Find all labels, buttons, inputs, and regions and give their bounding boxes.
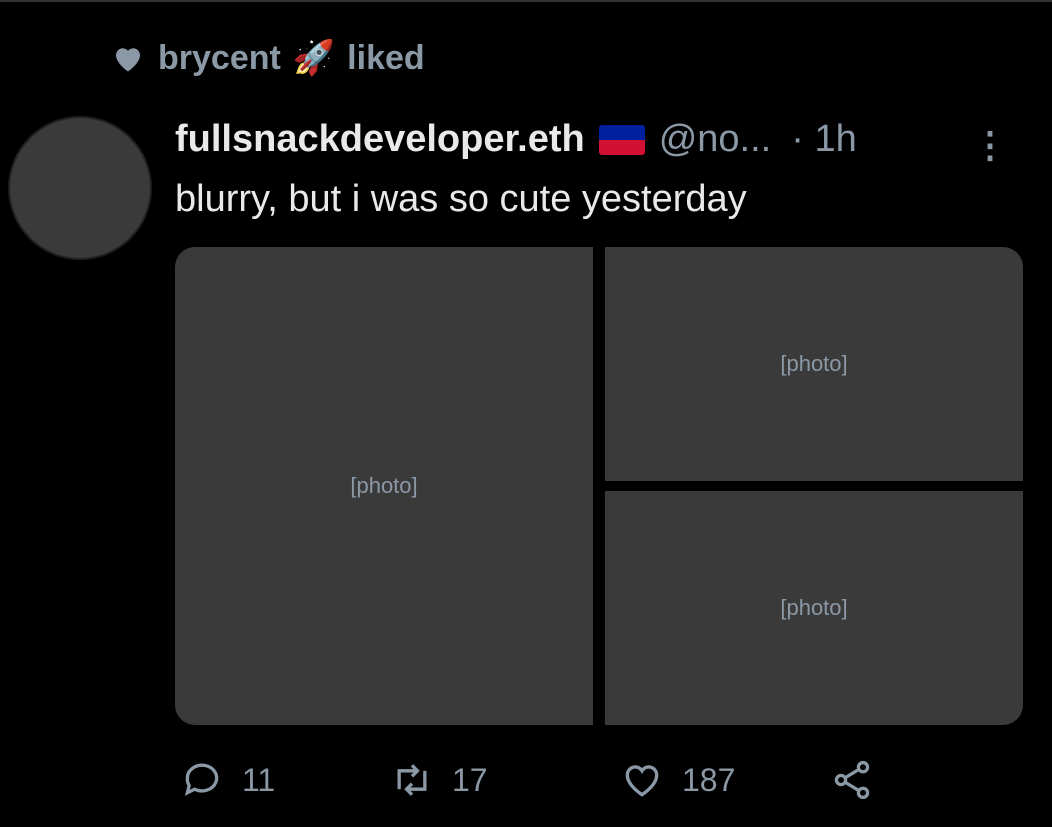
top-divider (0, 0, 1052, 2)
social-action: liked (347, 38, 425, 77)
social-user[interactable]: brycent (158, 39, 281, 78)
reply-icon (184, 763, 219, 796)
media-item[interactable]: [photo] (605, 247, 1023, 481)
timestamp[interactable]: · 1h (791, 118, 856, 161)
tweet-header: fullsnackdeveloper.eth @no... · 1h (175, 118, 1012, 161)
display-name[interactable]: fullsnackdeveloper.eth (175, 118, 585, 161)
media-item[interactable]: [photo] (175, 247, 593, 725)
media-label: [photo] (780, 595, 848, 620)
media-grid: [photo] [photo] [photo] (175, 247, 1023, 725)
retweet-icon (397, 764, 427, 796)
like-button[interactable]: 187 (620, 758, 830, 802)
retweet-count: 17 (452, 761, 488, 798)
tweet-text: blurry, but i was so cute yesterday (175, 178, 747, 220)
more-icon[interactable]: ⋮ (972, 124, 1008, 166)
reply-count: 11 (242, 761, 276, 798)
action-bar: 11 17 187 (180, 758, 874, 802)
media-item[interactable]: [photo] (605, 491, 1023, 725)
social-context: brycent 🚀 liked (110, 38, 425, 78)
retweet-button[interactable]: 17 (390, 758, 620, 802)
media-label: [photo] (350, 473, 418, 498)
flag-icon (598, 124, 645, 155)
share-button[interactable] (830, 758, 874, 802)
heart-icon (116, 48, 140, 72)
media-label: [photo] (780, 351, 848, 376)
like-count: 187 (682, 761, 736, 798)
avatar[interactable] (8, 116, 152, 260)
handle[interactable]: @no... (659, 118, 772, 161)
like-icon (625, 765, 659, 797)
reply-button[interactable]: 11 (180, 758, 390, 802)
rocket-icon: 🚀 (292, 39, 336, 77)
share-icon (834, 760, 870, 800)
